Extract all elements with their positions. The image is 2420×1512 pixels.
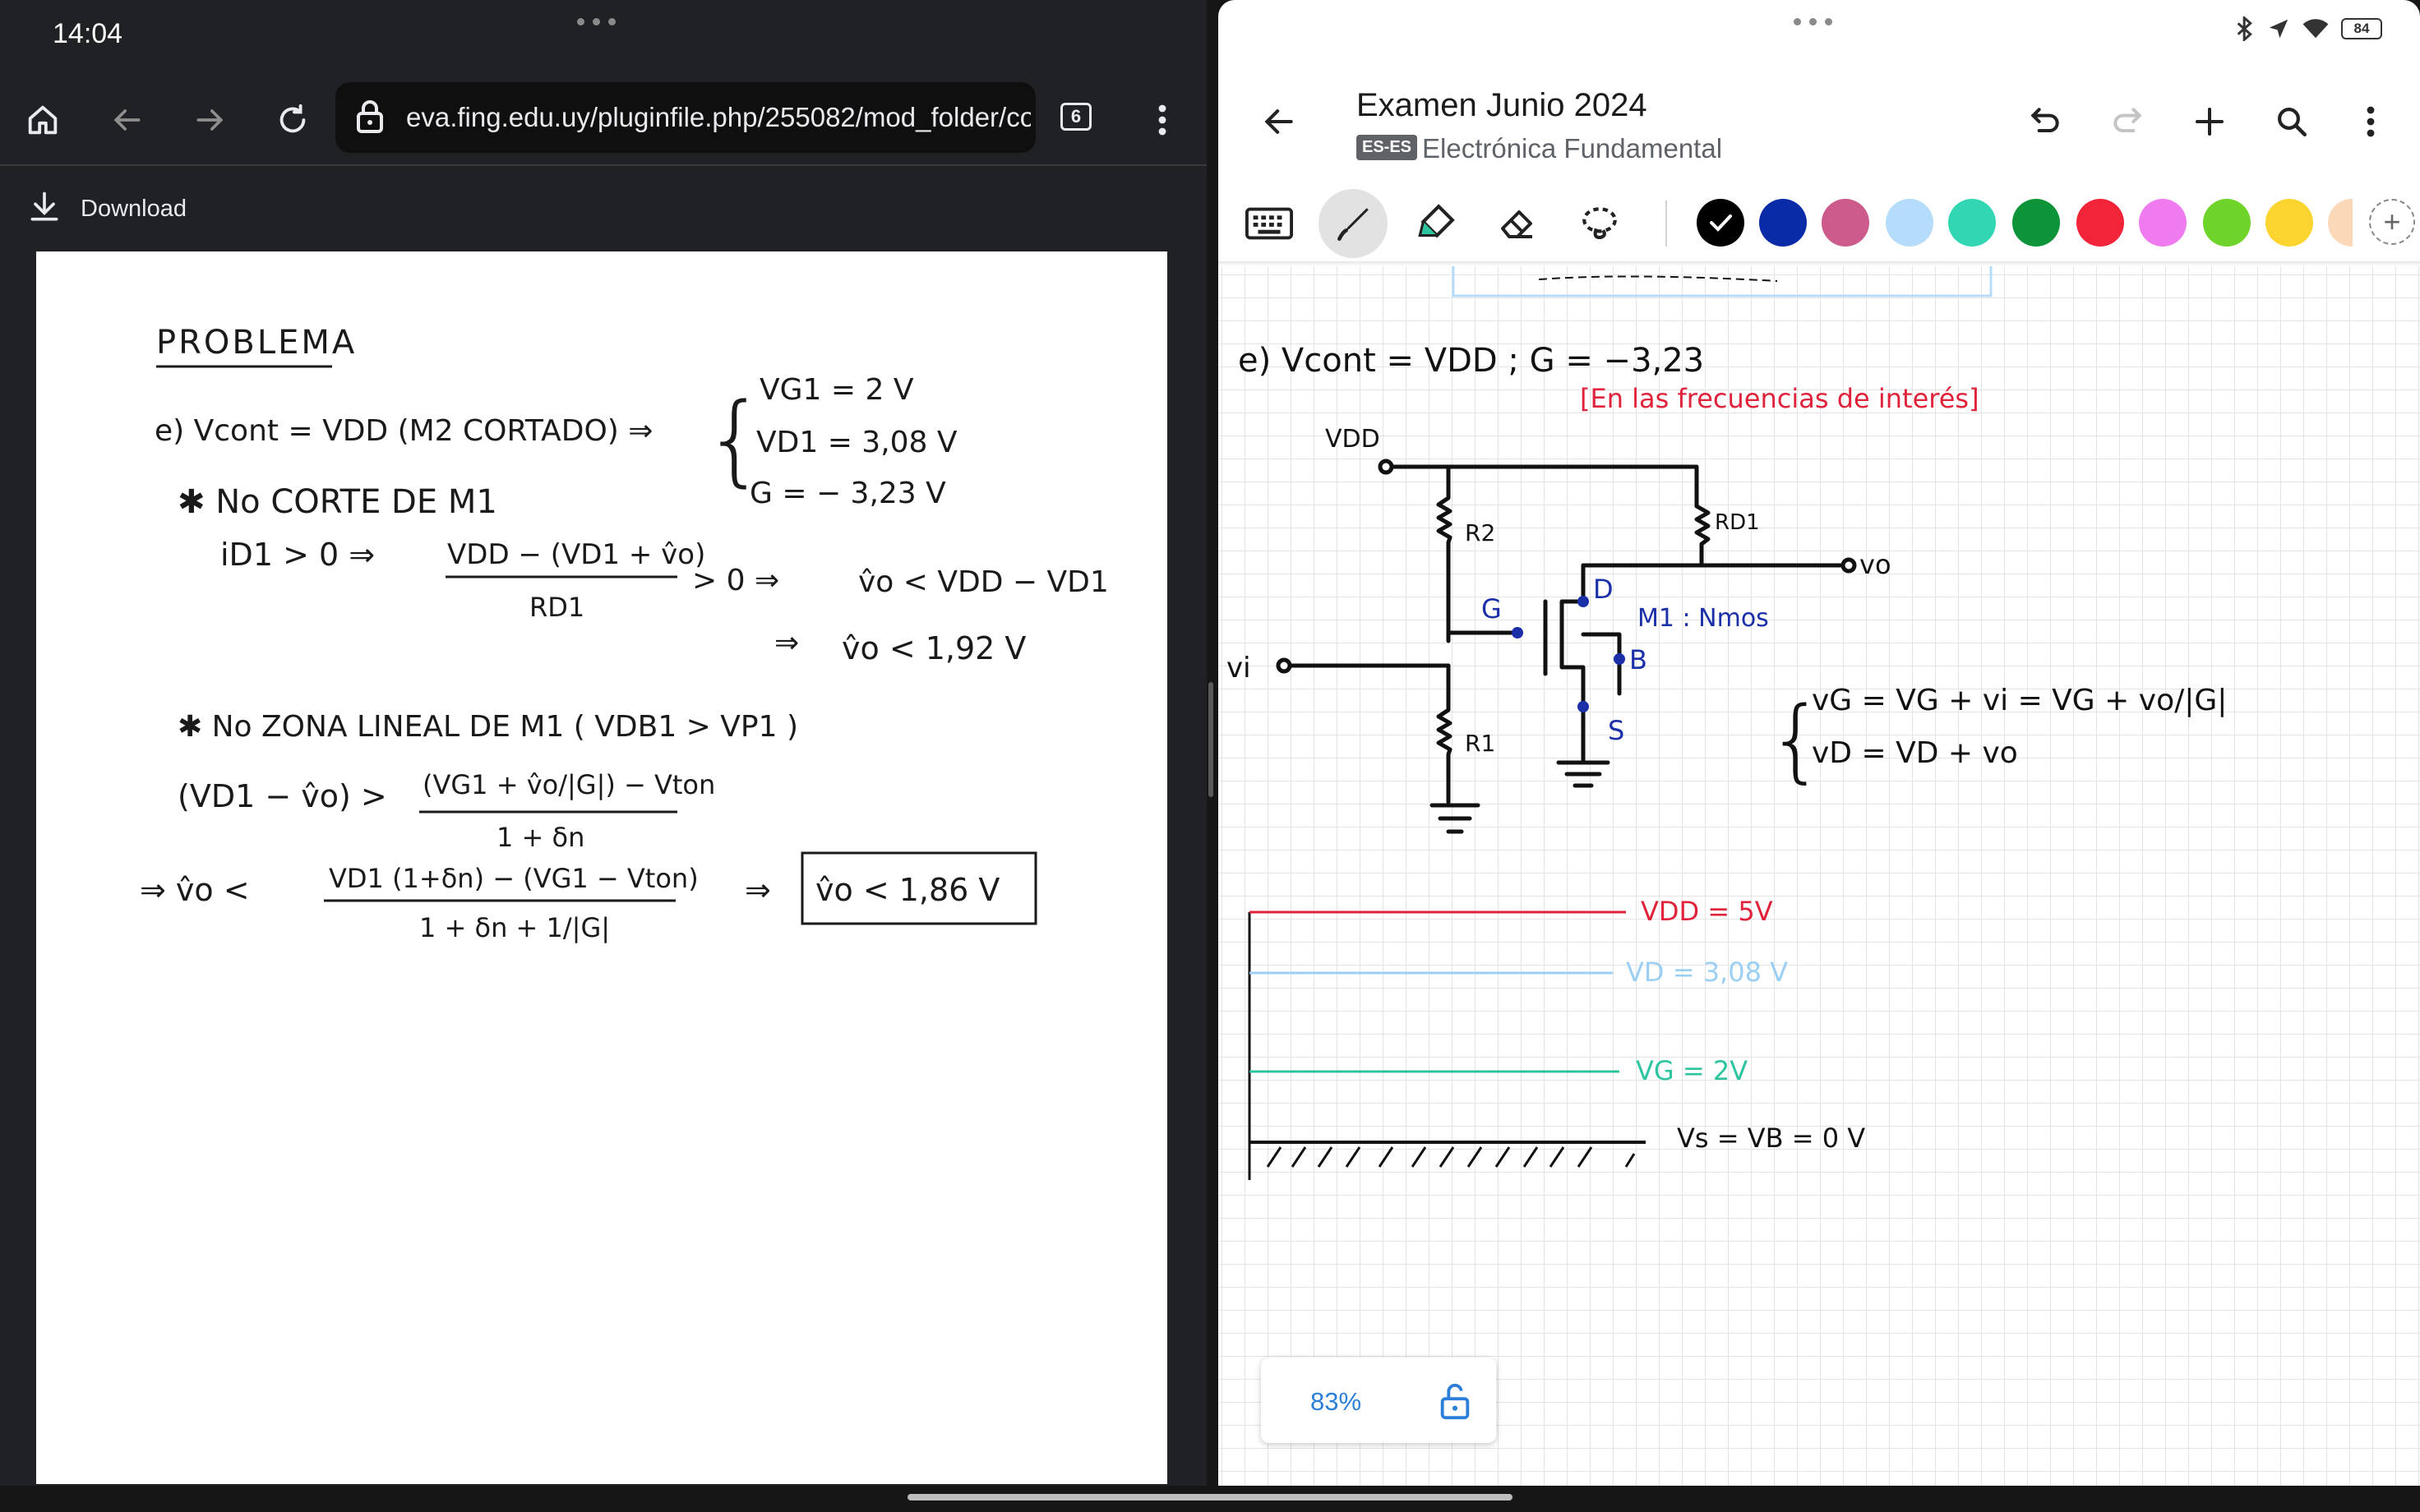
ink-s: S bbox=[1608, 715, 1624, 746]
system-status-icons: 84 bbox=[2234, 16, 2382, 41]
pdf-frac3-num: VD1 (1+δn) − (VG1 − Vton) bbox=[329, 863, 699, 894]
browser-pane: 14:04 eva.fing.edu.uy/pluginfile.php/255… bbox=[0, 0, 1207, 1486]
pdf-line-e: e) Vcont = VDD (M2 CORTADO) ⇒ bbox=[155, 414, 653, 448]
pdf-frac3-den: 1 + δn + 1/|G| bbox=[419, 912, 610, 943]
url-bar[interactable]: eva.fing.edu.uy/pluginfile.php/255082/mo… bbox=[335, 82, 1036, 153]
screen: 14:04 eva.fing.edu.uy/pluginfile.php/255… bbox=[0, 0, 2420, 1512]
url-text: eva.fing.edu.uy/pluginfile.php/255082/mo… bbox=[406, 102, 1031, 132]
reload-icon[interactable] bbox=[268, 95, 317, 145]
highlighter-icon[interactable] bbox=[1401, 189, 1470, 258]
split-handle[interactable] bbox=[1208, 682, 1213, 797]
ink-layer: e) Vcont = VDD ; G = −3,23 [En las frecu… bbox=[1226, 266, 2227, 1180]
unlock-icon[interactable] bbox=[1434, 1381, 1476, 1423]
ink-line-e: e) Vcont = VDD ; G = −3,23 bbox=[1238, 342, 1704, 380]
notebook-name[interactable]: Electrónica Fundamental bbox=[1422, 133, 1722, 164]
pdf-final-arrow2: ⇒ bbox=[745, 872, 771, 908]
pdf-no-lineal: ✱ No ZONA LINEAL DE M1 ( VDB1 > VP1 ) bbox=[178, 710, 798, 744]
pane-drag-handle-right[interactable] bbox=[1794, 18, 1832, 25]
pdf-heading: PROBLEMA bbox=[156, 324, 357, 362]
add-icon[interactable] bbox=[2187, 99, 2233, 145]
lock-icon bbox=[357, 100, 383, 133]
status-time: 14:04 bbox=[53, 18, 123, 49]
pdf-frac2-num: (VG1 + v̂o/|G|) − Vton bbox=[423, 769, 715, 800]
ink-rd1: RD1 bbox=[1715, 510, 1760, 535]
back-icon[interactable] bbox=[102, 95, 151, 145]
ink-vi: vi bbox=[1226, 652, 1251, 685]
color-swatch-teal[interactable] bbox=[1948, 199, 1996, 247]
note-canvas[interactable]: e) Vcont = VDD ; G = −3,23 [En las frecu… bbox=[1218, 266, 2420, 1486]
forward-icon[interactable] bbox=[186, 95, 235, 145]
more-menu-icon[interactable] bbox=[1138, 95, 1187, 145]
color-swatch-pink[interactable] bbox=[1822, 199, 1869, 247]
check-icon bbox=[1710, 214, 1732, 232]
color-swatch-blue[interactable] bbox=[1759, 199, 1807, 247]
ink-level-vd: VD = 3,08 V bbox=[1626, 957, 1788, 988]
ink-note-red: [En las frecuencias de interés] bbox=[1580, 383, 1979, 414]
add-color-button[interactable]: + bbox=[2369, 199, 2415, 245]
wifi-icon bbox=[2302, 19, 2329, 39]
pdf-no-corte: ✱ No CORTE DE M1 bbox=[178, 483, 497, 521]
pdf-handwriting: PROBLEMA e) Vcont = VDD (M2 CORTADO) ⇒ {… bbox=[140, 324, 1109, 943]
ink-level-vg: VG = 2V bbox=[1636, 1055, 1748, 1086]
pdf-boxed-result: v̂o < 1,86 V bbox=[815, 872, 1000, 908]
pdf-brace-1: VG1 = 2 V bbox=[760, 373, 914, 407]
gesture-nav-bar[interactable] bbox=[908, 1494, 1512, 1500]
color-swatch-red[interactable] bbox=[2076, 199, 2124, 247]
bluetooth-icon bbox=[2237, 16, 2252, 41]
tab-switcher-button[interactable]: 6 bbox=[1060, 103, 1092, 131]
document-title: Examen Junio 2024 bbox=[1356, 87, 1647, 123]
home-icon[interactable] bbox=[18, 95, 67, 145]
redo-icon[interactable] bbox=[2104, 99, 2150, 145]
ink-eq1: vG = VG + vi = VG + vo/|G| bbox=[1812, 684, 2227, 717]
search-icon[interactable] bbox=[2269, 99, 2315, 145]
download-icon[interactable] bbox=[26, 189, 62, 225]
tools-separator bbox=[1665, 201, 1667, 247]
ink-vo: vo bbox=[1859, 549, 1891, 580]
language-tag[interactable]: ES-ES bbox=[1356, 135, 1418, 160]
pdf-id1: iD1 > 0 ⇒ bbox=[220, 537, 375, 573]
eraser-icon[interactable] bbox=[1483, 189, 1552, 258]
undo-icon[interactable] bbox=[2022, 99, 2068, 145]
pdf-lin-left: (VD1 − v̂o) > bbox=[178, 778, 387, 814]
ink-level-vdd: VDD = 5V bbox=[1641, 896, 1773, 927]
pdf-brace-2: VD1 = 3,08 V bbox=[756, 426, 958, 459]
color-swatch-yellow[interactable] bbox=[2265, 199, 2313, 247]
pane-drag-handle[interactable] bbox=[577, 18, 616, 25]
ink-vdd: VDD bbox=[1325, 425, 1380, 454]
ink-d: D bbox=[1593, 574, 1614, 605]
ink-level-vs: Vs = VB = 0 V bbox=[1677, 1122, 1865, 1154]
overflow-menu-icon[interactable] bbox=[2348, 99, 2394, 145]
download-button-label[interactable]: Download bbox=[81, 196, 187, 223]
ink-r2: R2 bbox=[1465, 519, 1495, 546]
zoom-level[interactable]: 83% bbox=[1310, 1387, 1361, 1417]
pdf-frac1-den: RD1 bbox=[529, 592, 584, 623]
pdf-final-arrow: ⇒ v̂o < bbox=[140, 872, 250, 908]
lasso-icon[interactable] bbox=[1565, 189, 1634, 258]
color-swatch-black[interactable] bbox=[1697, 199, 1744, 247]
pdf-brace-3: G = − 3,23 V bbox=[750, 477, 946, 510]
ink-g: G bbox=[1481, 593, 1502, 625]
pdf-gt0: > 0 ⇒ bbox=[692, 564, 779, 597]
color-swatch-lime[interactable] bbox=[2203, 199, 2251, 247]
ink-r1: R1 bbox=[1465, 730, 1495, 757]
pdf-frac2-den: 1 + δn bbox=[496, 822, 584, 853]
pdf-frac1-num: VDD − (VD1 + v̂o) bbox=[447, 538, 705, 571]
pen-tool-icon[interactable] bbox=[1319, 189, 1388, 258]
color-swatch-green[interactable] bbox=[2012, 199, 2060, 247]
back-arrow-icon[interactable] bbox=[1256, 99, 1302, 145]
color-swatch-light-blue[interactable] bbox=[1886, 199, 1933, 247]
pdf-res1: v̂o < VDD − VD1 bbox=[858, 565, 1109, 599]
keyboard-icon[interactable] bbox=[1235, 189, 1304, 258]
ink-b: B bbox=[1629, 644, 1647, 675]
color-swatch-magenta[interactable] bbox=[2139, 199, 2187, 247]
ink-eq2: vD = VD + vo bbox=[1812, 736, 2018, 770]
location-icon bbox=[2269, 19, 2288, 39]
battery-indicator: 84 bbox=[2341, 18, 2382, 39]
notes-pane: 84 Examen Junio 2024 ES-ES Electrónica F… bbox=[1218, 0, 2420, 1486]
pdf-page[interactable]: PROBLEMA e) Vcont = VDD (M2 CORTADO) ⇒ {… bbox=[36, 251, 1167, 1484]
pdf-res2-arrow: ⇒ bbox=[774, 626, 799, 660]
ink-m1: M1 : Nmos bbox=[1637, 604, 1769, 633]
pdf-res2: v̂o < 1,92 V bbox=[842, 630, 1026, 666]
